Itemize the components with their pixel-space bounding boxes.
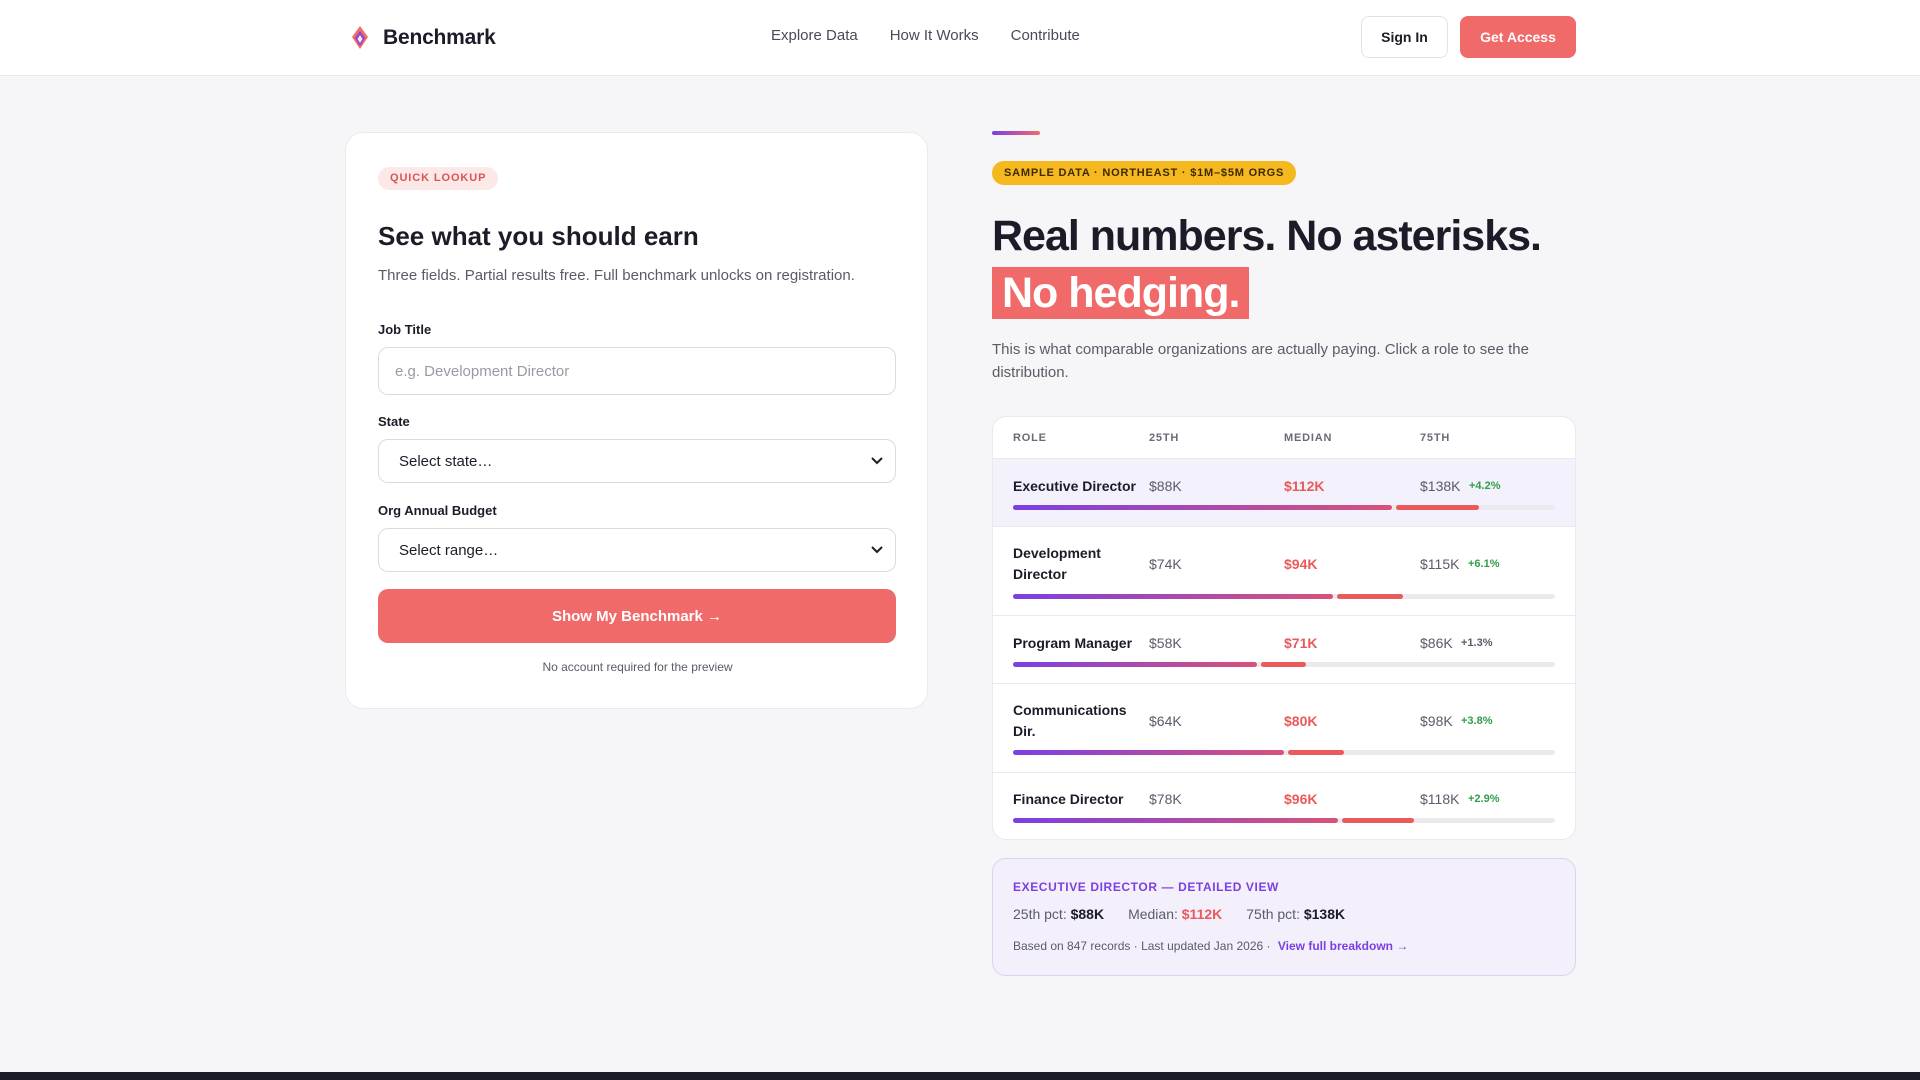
preview-note: No account required for the preview bbox=[542, 660, 733, 674]
budget-select[interactable]: Select range… bbox=[378, 528, 896, 572]
p25-value: $74K bbox=[1149, 556, 1182, 572]
quick-lookup-card: QUICK LOOKUP See what you should earn Th… bbox=[345, 132, 928, 709]
p25-value: $58K bbox=[1149, 635, 1182, 651]
p75-value: $86K bbox=[1420, 635, 1453, 651]
col-median: MEDIAN bbox=[1284, 432, 1333, 444]
show-benchmark-button[interactable]: Show My Benchmark → bbox=[378, 589, 896, 643]
distribution-bar bbox=[1013, 750, 1555, 755]
col-75th: 75TH bbox=[1420, 432, 1451, 444]
p25-value: $88K bbox=[1149, 478, 1182, 494]
job-title-label: Job Title bbox=[378, 322, 432, 337]
p25-value: $64K bbox=[1149, 713, 1182, 729]
role-name: Communications Dir. bbox=[1013, 702, 1127, 739]
brand[interactable]: Benchmark bbox=[349, 24, 496, 52]
detail-title: EXECUTIVE DIRECTOR — DETAILED VIEW bbox=[1013, 880, 1279, 894]
accent-line bbox=[992, 131, 1040, 135]
p75-value: $118K bbox=[1420, 791, 1460, 807]
p75-value: $115K bbox=[1420, 556, 1460, 572]
distribution-bar bbox=[1013, 505, 1555, 510]
p25-value: $78K bbox=[1149, 791, 1182, 807]
bar-median bbox=[1396, 505, 1479, 510]
detail-p25-value: $88K bbox=[1070, 906, 1105, 922]
main-nav: Explore Data How It Works Contribute bbox=[771, 27, 1080, 44]
brand-logo-icon bbox=[352, 26, 368, 49]
budget-select-value: Select range… bbox=[399, 541, 499, 559]
role-name: Development Director bbox=[1013, 545, 1101, 582]
hero-description: This is what comparable organizations ar… bbox=[992, 341, 1529, 381]
detail-p75-label: 75th pct: bbox=[1246, 906, 1300, 922]
chevron-down-icon bbox=[871, 546, 883, 554]
p75-value: $98K bbox=[1420, 713, 1453, 729]
bar-p25 bbox=[1013, 662, 1257, 667]
bar-p25 bbox=[1013, 818, 1338, 823]
view-full-breakdown-link[interactable]: View full breakdown → bbox=[1278, 939, 1408, 953]
detail-p25: 25th pct: $88K bbox=[1013, 906, 1104, 922]
bar-median bbox=[1342, 818, 1414, 823]
median-value: $94K bbox=[1284, 556, 1318, 572]
table-header: ROLE 25TH MEDIAN 75TH bbox=[993, 417, 1575, 459]
headline-highlight: No hedging. bbox=[992, 267, 1250, 319]
quick-lookup-badge: QUICK LOOKUP bbox=[378, 167, 499, 190]
median-value: $71K bbox=[1284, 635, 1318, 651]
table-row[interactable]: Communications Dir. $64K $80K $98K +3.8% bbox=[993, 684, 1575, 773]
change-badge: +4.2% bbox=[1469, 480, 1501, 492]
table-row[interactable]: Executive Director $88K $112K $138K +4.2… bbox=[993, 459, 1575, 527]
role-name: Finance Director bbox=[1013, 791, 1124, 807]
change-badge: +6.1% bbox=[1468, 558, 1500, 570]
col-25th: 25TH bbox=[1149, 432, 1180, 444]
detail-meta: Based on 847 records · Last updated Jan … bbox=[1013, 939, 1408, 953]
state-select[interactable]: Select state… bbox=[378, 439, 896, 483]
bar-p25 bbox=[1013, 505, 1392, 510]
form-title: See what you should earn bbox=[378, 221, 699, 251]
salary-table: ROLE 25TH MEDIAN 75TH Executive Director… bbox=[992, 416, 1576, 840]
detail-meta-text: Based on 847 records · Last updated Jan … bbox=[1013, 939, 1271, 953]
sign-in-button[interactable]: Sign In bbox=[1361, 16, 1448, 58]
bar-median bbox=[1337, 594, 1403, 599]
role-name: Program Manager bbox=[1013, 635, 1133, 651]
top-navigation: Benchmark Explore Data How It Works Cont… bbox=[0, 0, 1920, 76]
detail-p75: 75th pct: $138K bbox=[1246, 906, 1345, 922]
brand-name: Benchmark bbox=[383, 26, 496, 49]
table-row[interactable]: Program Manager $58K $71K $86K +1.3% bbox=[993, 616, 1575, 684]
table-row[interactable]: Development Director $74K $94K $115K +6.… bbox=[993, 527, 1575, 616]
detail-median: Median: $112K bbox=[1128, 906, 1222, 922]
role-name: Executive Director bbox=[1013, 478, 1136, 494]
table-row[interactable]: Finance Director $78K $96K $118K +2.9% bbox=[993, 773, 1575, 839]
distribution-bar bbox=[1013, 818, 1555, 823]
col-role: ROLE bbox=[1013, 432, 1047, 444]
change-badge: +1.3% bbox=[1461, 637, 1493, 649]
state-select-value: Select state… bbox=[399, 452, 493, 470]
form-subtitle: Three fields. Partial results free. Full… bbox=[378, 267, 855, 284]
detail-median-label: Median: bbox=[1128, 906, 1178, 922]
nav-explore-data[interactable]: Explore Data bbox=[771, 27, 858, 44]
change-badge: +2.9% bbox=[1468, 793, 1500, 805]
median-value: $80K bbox=[1284, 713, 1318, 729]
get-access-button[interactable]: Get Access bbox=[1460, 16, 1576, 58]
chevron-down-icon bbox=[871, 457, 883, 465]
footer-bar bbox=[0, 1072, 1920, 1080]
nav-contribute[interactable]: Contribute bbox=[1011, 27, 1080, 44]
detail-median-value: $112K bbox=[1181, 906, 1223, 922]
bar-p25 bbox=[1013, 594, 1333, 599]
distribution-bar bbox=[1013, 662, 1555, 667]
detail-stats: 25th pct: $88K Median: $112K 75th pct: $… bbox=[1013, 906, 1345, 922]
detail-p25-label: 25th pct: bbox=[1013, 906, 1067, 922]
job-title-input[interactable] bbox=[378, 347, 896, 395]
p75-value: $138K bbox=[1420, 478, 1461, 494]
median-value: $112K bbox=[1284, 478, 1325, 494]
bar-median bbox=[1261, 662, 1306, 667]
detail-panel: EXECUTIVE DIRECTOR — DETAILED VIEW 25th … bbox=[992, 858, 1576, 976]
median-value: $96K bbox=[1284, 791, 1318, 807]
headline: Real numbers. No asterisks. bbox=[992, 212, 1542, 260]
nav-how-it-works[interactable]: How It Works bbox=[890, 27, 979, 44]
detail-p75-value: $138K bbox=[1303, 906, 1346, 922]
bar-p25 bbox=[1013, 750, 1284, 755]
state-label: State bbox=[378, 414, 410, 429]
sample-data-badge: SAMPLE DATA · NORTHEAST · $1M–$5M ORGS bbox=[992, 161, 1297, 185]
bar-median bbox=[1288, 750, 1344, 755]
change-badge: +3.8% bbox=[1461, 715, 1493, 727]
budget-label: Org Annual Budget bbox=[378, 503, 497, 518]
distribution-bar bbox=[1013, 594, 1555, 599]
